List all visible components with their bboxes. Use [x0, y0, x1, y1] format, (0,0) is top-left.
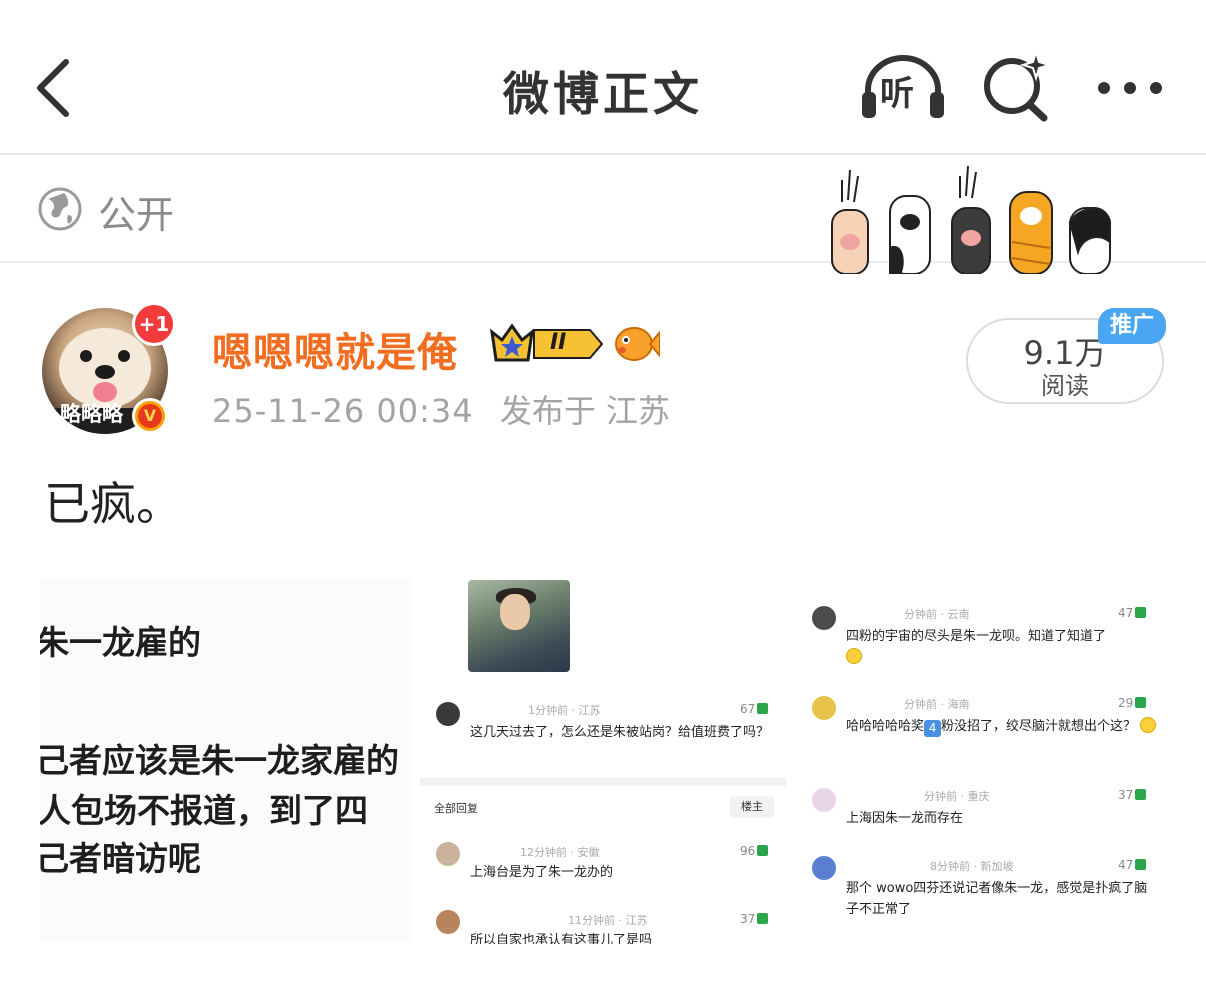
comment-body: 哈哈哈哈哈奖 — [846, 719, 925, 734]
search-sparkle-icon — [984, 48, 1053, 122]
promo-tag[interactable]: 推广 — [1098, 308, 1166, 344]
image-text-line: 己者应该是朱一龙家雇的 — [40, 741, 399, 780]
thumb-up-icon — [1135, 697, 1147, 708]
like-count: 67 — [740, 702, 756, 716]
more-icon — [1098, 82, 1162, 94]
thumb-up-icon — [1135, 859, 1147, 870]
commenter-avatar — [436, 702, 460, 726]
comment-likes: 37 — [740, 912, 769, 926]
post-meta: 25-11-26 00:34 发布于 江苏 — [212, 386, 670, 432]
comment-meta: 分钟前 · 重庆 — [924, 790, 990, 803]
paws-decoration — [831, 165, 1112, 274]
like-count: 47 — [1118, 858, 1134, 872]
image-text-line: 己者暗访呢 — [40, 839, 201, 878]
like-count: 96 — [740, 844, 756, 858]
comment-text: 四粉的宇宙的尽头是朱一龙呗。知道了知道了 — [846, 626, 1166, 668]
thumb-up-icon — [757, 845, 769, 856]
like-count: 47 — [1118, 606, 1134, 620]
comment-text: 哈哈哈哈哈奖 4 粉没招了，绞尽脑汁就想出个这？ — [846, 716, 1166, 737]
comment-likes: 96 — [740, 844, 769, 858]
notification-badge[interactable]: +1 — [132, 302, 176, 346]
laugh-emoji-icon — [1140, 717, 1157, 733]
visibility-label: 公开 — [98, 193, 175, 237]
comment-body: 粉没招了，绞尽脑汁就想出个这？ — [941, 719, 1137, 734]
commenter-avatar — [436, 910, 460, 934]
thumb-up-icon — [1135, 607, 1147, 618]
comment-likes: 37 — [1118, 788, 1147, 802]
verified-mark: V — [138, 404, 162, 428]
comment-text: 上海因朱一龙而存在 — [846, 811, 964, 826]
comment-likes: 67 — [740, 702, 769, 716]
search-button[interactable] — [980, 48, 1054, 124]
comment-text: 上海台是为了朱一龙办的 — [470, 865, 614, 880]
post-text: 已疯。 — [44, 477, 182, 531]
commenter-avatar — [812, 856, 836, 880]
post-time: 25-11-26 00:34 — [212, 392, 474, 430]
read-label: 阅读 — [1041, 372, 1089, 400]
embedded-image-left[interactable]: 朱一龙雇的 己者应该是朱一龙家雇的 人包场不报道，到了四 己者暗访呢 — [40, 578, 412, 942]
globe-icon — [38, 187, 82, 231]
comment-likes: 47 — [1118, 858, 1147, 872]
photo-thumbnail — [468, 580, 570, 672]
comment-meta: 12分钟前 · 安徽 — [520, 846, 600, 859]
embedded-image-right[interactable]: 分钟前 · 云南 47 四粉的宇宙的尽头是朱一龙呗。知道了知道了 分钟前 · 海… — [800, 594, 1170, 944]
like-count: 37 — [740, 912, 756, 926]
comment-meta: 分钟前 · 海南 — [904, 698, 970, 711]
comment-meta: 11分钟前 · 江苏 — [568, 914, 648, 927]
comment-meta: 1分钟前 · 江苏 — [528, 704, 601, 717]
like-count: 37 — [1118, 788, 1134, 802]
post-location: 发布于 江苏 — [499, 392, 670, 430]
thumb-up-icon — [757, 703, 769, 714]
commenter-avatar — [812, 788, 836, 812]
comment-text: 所以自家也承认有这事儿了是吗 — [470, 933, 653, 944]
verified-icon: V — [132, 398, 168, 434]
avatar-caption: 略略略 — [60, 402, 123, 426]
fish-badge-icon — [615, 327, 660, 361]
comment-meta: 8分钟前 · 新加坡 — [930, 860, 1014, 873]
image-text-line: 朱一龙雇的 — [40, 623, 201, 662]
commenter-avatar — [436, 842, 460, 866]
commenter-avatar — [812, 606, 836, 630]
commenter-avatar — [812, 696, 836, 720]
more-button[interactable] — [1092, 68, 1168, 108]
comment-body: 四粉的宇宙的尽头是朱一龙呗。知道了知道了 — [846, 629, 1107, 644]
top-bar: 微博正文 听 — [0, 0, 1206, 155]
author-name[interactable]: 嗯嗯嗯就是俺 — [212, 320, 458, 378]
all-replies-label: 全部回复 — [434, 802, 478, 815]
divider — [420, 778, 786, 786]
comment-likes: 29 — [1118, 696, 1147, 710]
number-badge: 4 — [924, 720, 942, 737]
badge-level: II — [550, 330, 567, 355]
like-count: 29 — [1118, 696, 1134, 710]
image-text-line: 人包场不报道，到了四 — [40, 791, 368, 830]
comment-text: 这几天过去了，怎么还是朱被站岗？给值班费了吗？ — [470, 725, 770, 740]
smile-emoji-icon — [846, 648, 862, 664]
comment-likes: 47 — [1118, 606, 1147, 620]
comment-meta: 分钟前 · 云南 — [904, 608, 970, 621]
thumb-up-icon — [757, 913, 769, 924]
listen-label: 听 — [880, 74, 914, 114]
op-tag: 楼主 — [730, 796, 774, 818]
crown-badge-icon[interactable]: II — [490, 322, 606, 366]
thumb-up-icon — [1135, 789, 1147, 800]
embedded-image-middle[interactable]: 1分钟前 · 江苏 67 这几天过去了，怎么还是朱被站岗？给值班费了吗？ 全部回… — [420, 578, 786, 944]
comment-text: 那个 wowo四芬还说记者像朱一龙，感觉是扑疯了脑子不正常了 — [846, 881, 1148, 917]
listen-button[interactable]: 听 — [858, 52, 948, 124]
